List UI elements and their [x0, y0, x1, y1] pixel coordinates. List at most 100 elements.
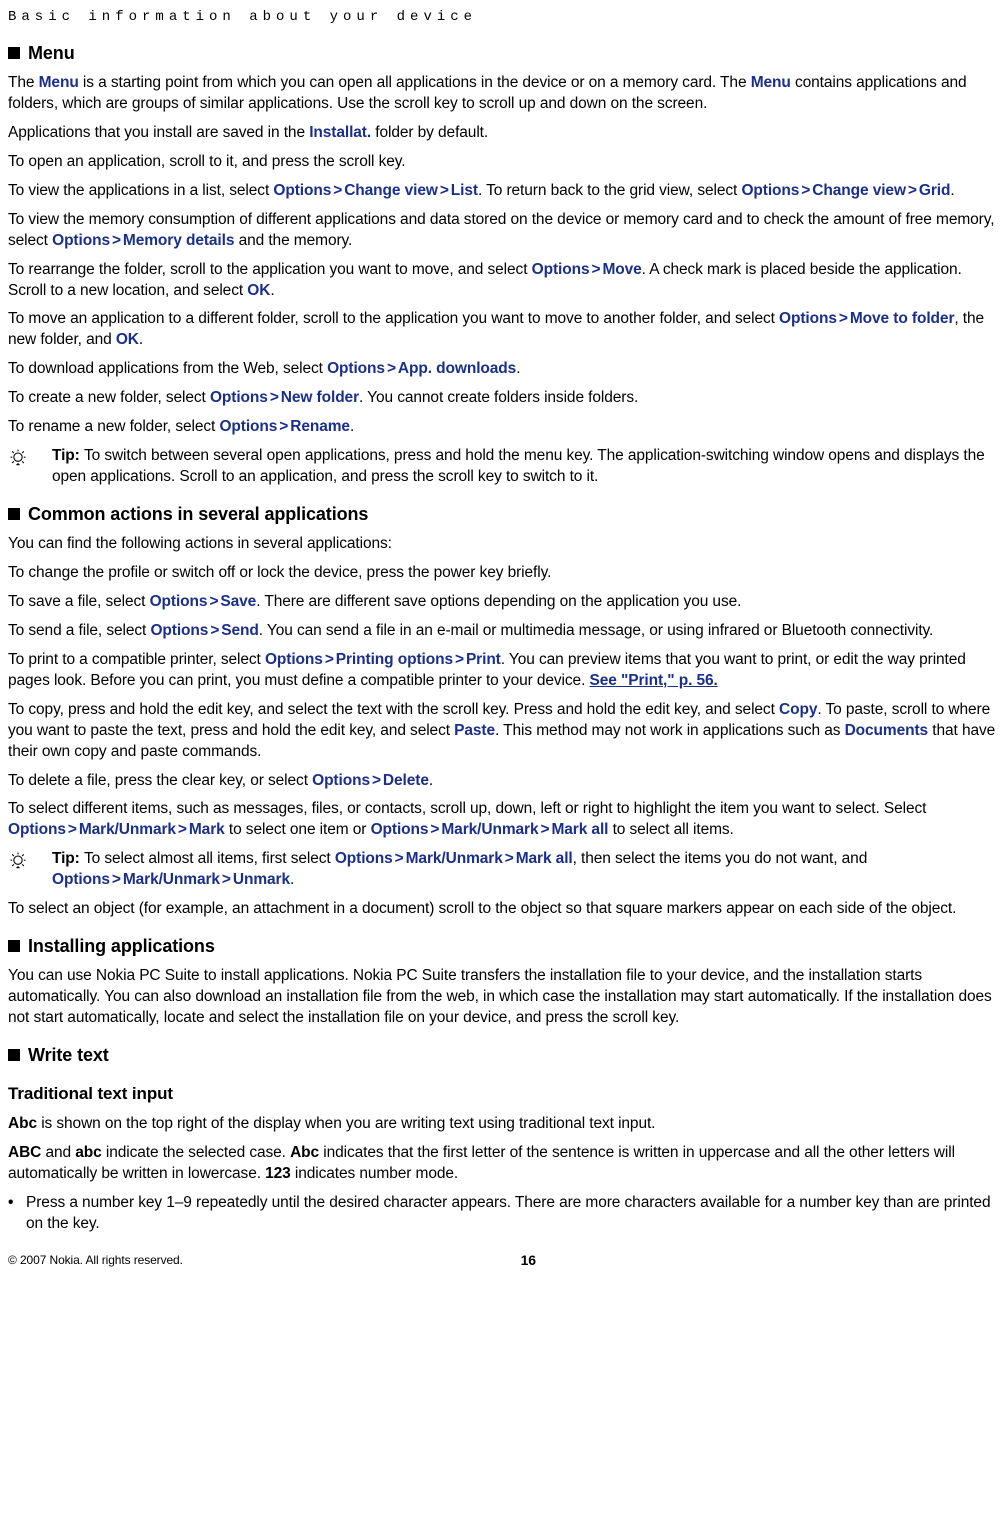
text: to select one item or [225, 821, 371, 838]
text: . To return back to the grid view, selec… [478, 182, 741, 199]
gt-icon: > [385, 360, 398, 377]
indicator-abc-upper-icon: ABC [8, 1144, 41, 1161]
heading-menu: Menu [8, 41, 996, 65]
para: To copy, press and hold the edit key, an… [8, 700, 996, 763]
kw-markunmark: Mark/Unmark [123, 871, 220, 888]
text: To copy, press and hold the edit key, an… [8, 701, 779, 718]
heading-install: Installing applications [8, 934, 996, 958]
text: . This method may not work in applicatio… [495, 722, 845, 739]
gt-icon: > [331, 182, 344, 199]
para: To select an object (for example, an att… [8, 899, 996, 920]
kw-options: Options [150, 593, 208, 610]
running-head: Basic information about your device [8, 8, 996, 27]
kw-markall: Mark all [551, 821, 608, 838]
text: To select different items, such as messa… [8, 800, 926, 817]
kw-ok: OK [247, 282, 270, 299]
kw-save: Save [220, 593, 256, 610]
gt-icon: > [207, 593, 220, 610]
bullet-icon: • [8, 1193, 26, 1235]
bullet-item: • Press a number key 1–9 repeatedly unti… [8, 1193, 996, 1235]
text: The [8, 74, 39, 91]
text: is a starting point from which you can o… [79, 74, 751, 91]
kw-list: List [451, 182, 478, 199]
kw-newfolder: New folder [281, 389, 359, 406]
kw-options: Options [312, 772, 370, 789]
para: To move an application to a different fo… [8, 309, 996, 351]
square-bullet-icon [8, 508, 20, 520]
para: You can use Nokia PC Suite to install ap… [8, 966, 996, 1029]
para: To rearrange the folder, scroll to the a… [8, 260, 996, 302]
para: To delete a file, press the clear key, o… [8, 771, 996, 792]
kw-documents: Documents [845, 722, 929, 739]
indicator-abc-mixed-icon: Abc [8, 1115, 37, 1132]
text: folder by default. [371, 124, 488, 141]
gt-icon: > [837, 310, 850, 327]
indicator-123-icon: 123 [265, 1165, 291, 1182]
kw-options: Options [265, 651, 323, 668]
kw-rename: Rename [290, 418, 350, 435]
text: . You cannot create folders inside folde… [359, 389, 638, 406]
text: To view the applications in a list, sele… [8, 182, 273, 199]
gt-icon: > [110, 871, 123, 888]
heading-common: Common actions in several applications [8, 502, 996, 526]
indicator-abc-lower-icon: abc [75, 1144, 101, 1161]
text: . [139, 331, 143, 348]
text: To rename a new folder, select [8, 418, 219, 435]
kw-ok: OK [116, 331, 139, 348]
heading-text: Common actions in several applications [28, 502, 368, 526]
heading-text: Menu [28, 41, 75, 65]
text: To save a file, select [8, 593, 150, 610]
tip-block: Tip: To switch between several open appl… [8, 446, 996, 488]
kw-markall: Mark all [516, 850, 573, 867]
gt-icon: > [208, 622, 221, 639]
link-see-print[interactable]: See "Print," p. 56. [590, 672, 718, 689]
gt-icon: > [428, 821, 441, 838]
kw-mark: Mark [189, 821, 225, 838]
kw-options: Options [52, 232, 110, 249]
indicator-abc-mixed-icon: Abc [290, 1144, 319, 1161]
kw-copy: Copy [779, 701, 817, 718]
square-bullet-icon [8, 1049, 20, 1061]
text: . [350, 418, 354, 435]
tip-label: Tip: [52, 447, 84, 464]
kw-installat: Installat. [309, 124, 371, 141]
page-number: 16 [521, 1251, 536, 1270]
tip-body: To select almost all items, first select [84, 850, 335, 867]
kw-options: Options [273, 182, 331, 199]
text: indicates number mode. [291, 1165, 458, 1182]
tip-text: Tip: To select almost all items, first s… [52, 849, 996, 891]
kw-options: Options [210, 389, 268, 406]
tip-block: Tip: To select almost all items, first s… [8, 849, 996, 891]
kw-options: Options [532, 261, 590, 278]
gt-icon: > [906, 182, 919, 199]
kw-memorydetails: Memory details [123, 232, 234, 249]
kw-menu: Menu [39, 74, 79, 91]
gt-icon: > [438, 182, 451, 199]
text: . [950, 182, 954, 199]
kw-appdownloads: App. downloads [398, 360, 516, 377]
text: To rearrange the folder, scroll to the a… [8, 261, 532, 278]
kw-changeview: Change view [812, 182, 906, 199]
footer: © 2007 Nokia. All rights reserved. 16 [8, 1251, 996, 1270]
kw-options: Options [779, 310, 837, 327]
text: . [270, 282, 274, 299]
text: . [429, 772, 433, 789]
para: To create a new folder, select Options>N… [8, 388, 996, 409]
kw-options: Options [741, 182, 799, 199]
kw-options: Options [150, 622, 208, 639]
para: Abc is shown on the top right of the dis… [8, 1114, 996, 1135]
tip-body: , then select the items you do not want,… [573, 850, 868, 867]
gt-icon: > [453, 651, 466, 668]
para: To select different items, such as messa… [8, 799, 996, 841]
gt-icon: > [323, 651, 336, 668]
heading-text: Write text [28, 1043, 109, 1067]
text: To move an application to a different fo… [8, 310, 779, 327]
para: ABC and abc indicate the selected case. … [8, 1143, 996, 1185]
kw-menu: Menu [751, 74, 791, 91]
para: The Menu is a starting point from which … [8, 73, 996, 115]
kw-delete: Delete [383, 772, 429, 789]
square-bullet-icon [8, 940, 20, 952]
gt-icon: > [393, 850, 406, 867]
gt-icon: > [538, 821, 551, 838]
text: to select all items. [608, 821, 733, 838]
